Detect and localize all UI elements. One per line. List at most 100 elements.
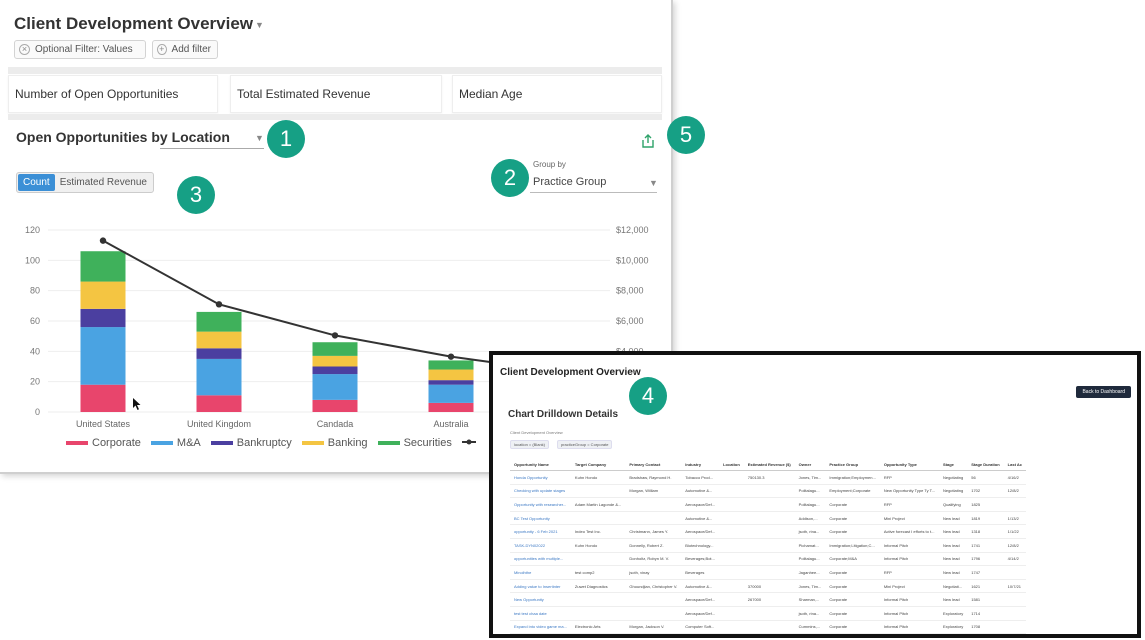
group-by-select[interactable]: Practice Group bbox=[533, 176, 606, 188]
table-cell: Politalagu... bbox=[794, 552, 826, 567]
opportunity-link[interactable]: Checking with update stages bbox=[510, 484, 571, 499]
table-cell: 1825 bbox=[967, 497, 1004, 512]
table-row[interactable]: opportunity - 6 Feb 2021 Indeo Test Inc. C… bbox=[510, 524, 1026, 539]
drilldown-window: Client Development Overview ▼ Back to Da… bbox=[489, 351, 1141, 638]
column-header[interactable]: Practice Group bbox=[825, 459, 880, 471]
table-row[interactable]: Honda Opportunity Kuhn Hondo Bradshaw, Ray… bbox=[510, 470, 1026, 485]
legend-item[interactable]: Banking bbox=[301, 437, 368, 449]
drilldown-heading: Chart Drilldown Details bbox=[508, 409, 619, 420]
column-header[interactable]: Primary Contact bbox=[625, 459, 682, 471]
table-cell bbox=[570, 552, 626, 567]
dashboard-title: Client Development Overview bbox=[14, 14, 254, 33]
table-cell: Informal Pitch bbox=[879, 538, 939, 553]
filter-pill[interactable]: practiceGroup = Corporate bbox=[557, 440, 613, 449]
share-icon[interactable] bbox=[641, 133, 655, 149]
table-cell: Informal Pitch bbox=[879, 606, 939, 621]
add-filter-label: Add filter bbox=[171, 44, 211, 55]
bar-segment bbox=[428, 369, 474, 381]
table-cell: 1621 bbox=[967, 579, 1004, 594]
back-to-dashboard-button[interactable]: Back to Dashboard bbox=[1076, 386, 1131, 398]
table-row[interactable]: Opportunity with researcher... Adam Marti… bbox=[510, 497, 1026, 512]
y2-axis-tick-label: $6,000 bbox=[616, 316, 644, 326]
kpi-median-age[interactable]: Median Age bbox=[452, 75, 662, 113]
table-cell: Beverages bbox=[681, 565, 720, 580]
table-row[interactable]: Expand into video game ma... Electronic A… bbox=[510, 620, 1026, 634]
title-dropdown-icon[interactable]: ▼ bbox=[255, 20, 264, 30]
column-header[interactable]: Opportunity Name bbox=[510, 459, 571, 471]
opportunity-link[interactable]: Minolhthe bbox=[510, 565, 571, 580]
column-header[interactable]: Target Company bbox=[570, 459, 626, 471]
opportunity-link[interactable]: Honda Opportunity bbox=[510, 470, 571, 485]
bar-segment bbox=[196, 348, 242, 359]
opportunity-link[interactable]: New Opportunity bbox=[510, 592, 571, 607]
legend-item[interactable]: Bankruptcy bbox=[210, 437, 292, 449]
opportunity-link[interactable]: test test chaa date bbox=[510, 606, 571, 621]
optional-filter-chip[interactable]: × Optional Filter: Values bbox=[14, 40, 146, 59]
table-cell: New lead bbox=[938, 524, 968, 539]
table-row[interactable]: Minolhthe test comp2 jsoth, vinay Beverages… bbox=[510, 565, 1026, 580]
table-cell bbox=[1003, 620, 1026, 634]
legend-swatch bbox=[377, 441, 400, 445]
opportunity-link[interactable]: opportunities with multiple... bbox=[510, 552, 571, 567]
kpi-total-revenue[interactable]: Total Estimated Revenue bbox=[230, 75, 442, 113]
column-header[interactable]: Opportunity Type bbox=[879, 459, 939, 471]
table-cell: Corporate bbox=[825, 606, 880, 621]
opportunity-link[interactable]: opportunity - 6 Feb 2021 bbox=[510, 524, 571, 539]
breadcrumb[interactable]: Client Development Overview bbox=[510, 430, 563, 435]
count-toggle-button[interactable]: Count bbox=[18, 174, 55, 191]
table-cell: RFP bbox=[879, 497, 939, 512]
table-cell: Morgan, Jackson V. bbox=[625, 620, 682, 634]
column-header[interactable]: Location bbox=[719, 459, 744, 471]
table-cell: Tobacco Prod... bbox=[681, 470, 720, 485]
opportunity-link[interactable]: Opportunity with researcher... bbox=[510, 497, 571, 512]
kpi-label: Total Estimated Revenue bbox=[237, 87, 371, 101]
opportunity-link[interactable]: BC Test Opportunity bbox=[510, 511, 571, 526]
legend-item[interactable]: Corporate bbox=[66, 437, 141, 449]
legend-item[interactable]: M&A bbox=[150, 437, 201, 449]
column-header[interactable]: Stage Duration bbox=[967, 459, 1004, 471]
table-cell: Qualifying bbox=[938, 497, 968, 512]
table-row[interactable]: BC Test Opportunity Automotive &... Addiso… bbox=[510, 511, 1026, 526]
group-by-dropdown-icon[interactable]: ▼ bbox=[649, 178, 658, 188]
table-row[interactable]: test test chaa date Aerospace/Def... jsoth… bbox=[510, 606, 1026, 621]
dimension-select[interactable]: Location bbox=[172, 129, 230, 145]
table-cell: Ghoundjian, Christopher V. bbox=[625, 579, 682, 594]
table-row[interactable]: Checking with update stages Morgan, Willi… bbox=[510, 484, 1026, 499]
table-row[interactable]: opportunities with multiple... Donholtz, … bbox=[510, 552, 1026, 567]
table-cell: Corporate bbox=[825, 565, 880, 580]
column-header[interactable]: Estimated Revenue ($) bbox=[743, 459, 795, 471]
table-cell bbox=[570, 511, 626, 526]
table-cell: Kuhn Hondo bbox=[570, 470, 626, 485]
table-cell bbox=[625, 511, 682, 526]
table-cell: 4/16/2 bbox=[1003, 470, 1026, 485]
column-header[interactable]: Owner bbox=[794, 459, 826, 471]
column-header[interactable]: Industry bbox=[681, 459, 720, 471]
kpi-open-opportunities[interactable]: Number of Open Opportunities bbox=[8, 75, 218, 113]
opportunity-link[interactable]: TASK-DYN02022 bbox=[510, 538, 571, 553]
revenue-toggle-button[interactable]: Estimated Revenue bbox=[55, 174, 152, 191]
kpi-label: Number of Open Opportunities bbox=[15, 87, 179, 101]
bar-segment bbox=[80, 327, 126, 385]
revenue-point bbox=[447, 353, 455, 360]
table-cell: New lead bbox=[938, 511, 968, 526]
opportunity-link[interactable]: Expand into video game ma... bbox=[510, 620, 571, 634]
chevron-down-icon[interactable]: ▼ bbox=[631, 370, 637, 376]
table-cell: 267000 bbox=[743, 592, 795, 607]
table-cell: 1741 bbox=[967, 538, 1004, 553]
table-cell: Negotiating bbox=[938, 470, 968, 485]
column-header[interactable]: Stage bbox=[938, 459, 968, 471]
table-row[interactable]: Adding value to Insertinter Zuwet Diagnos… bbox=[510, 579, 1026, 594]
filter-pill[interactable]: location = (Blank) bbox=[510, 440, 550, 449]
dimension-dropdown-icon[interactable]: ▼ bbox=[255, 133, 264, 143]
legend-item[interactable]: Securities bbox=[377, 437, 452, 449]
table-cell: New lead bbox=[938, 565, 968, 580]
table-row[interactable]: New Opportunity Aerospace/Def... 267000 Sha… bbox=[510, 592, 1026, 607]
table-cell bbox=[743, 606, 795, 621]
add-filter-button[interactable]: + Add filter bbox=[152, 40, 218, 59]
table-row[interactable]: TASK-DYN02022 Kuhn Hondo Donnelly, Robert … bbox=[510, 538, 1026, 553]
revenue-point bbox=[215, 301, 223, 308]
opportunity-link[interactable]: Adding value to Insertinter bbox=[510, 579, 571, 594]
table-cell: Computer Soft... bbox=[681, 620, 720, 634]
table-cell bbox=[625, 592, 682, 607]
column-header[interactable]: Last Ac bbox=[1003, 459, 1026, 471]
